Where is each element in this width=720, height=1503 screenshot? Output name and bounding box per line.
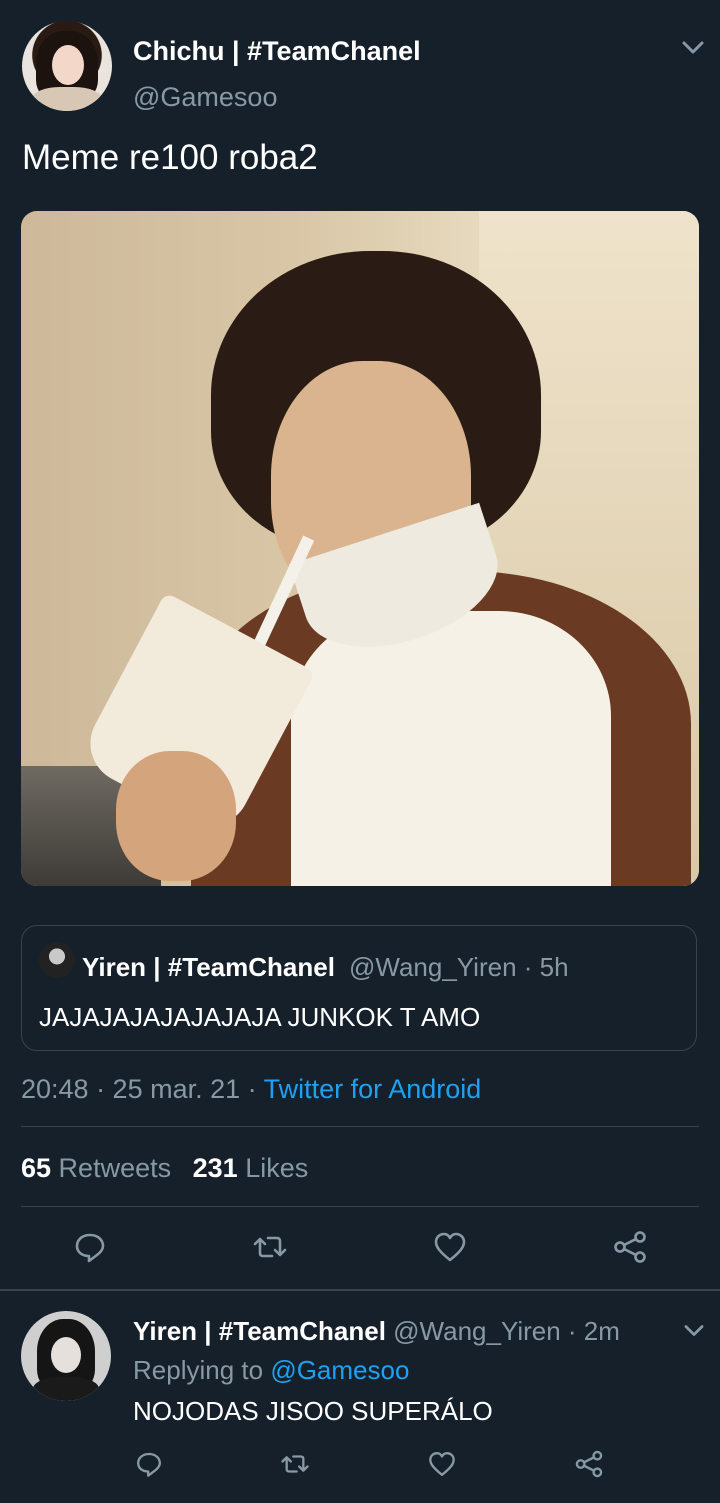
retweets-stat[interactable]: 65 Retweets xyxy=(21,1153,171,1183)
tweet-actions xyxy=(0,1224,720,1270)
tweet-timestamp: 20:48 · 25 mar. 21 · xyxy=(21,1074,264,1104)
likes-stat[interactable]: 231 Likes xyxy=(193,1153,309,1183)
tweet-text: Meme re100 roba2 xyxy=(22,138,318,177)
chevron-down-icon[interactable] xyxy=(682,1322,706,1340)
tweet-stats: 65 Retweets 231 Likes xyxy=(21,1153,308,1184)
share-icon[interactable] xyxy=(612,1229,648,1265)
retweet-icon[interactable] xyxy=(280,1449,310,1479)
chevron-down-icon[interactable] xyxy=(680,38,706,58)
section-separator xyxy=(0,1289,720,1291)
reply-icon[interactable] xyxy=(72,1229,108,1265)
tweet-photo[interactable] xyxy=(21,211,699,886)
reply-author-handle-time[interactable]: @Wang_Yiren · 2m xyxy=(393,1316,620,1346)
tweet-source-link[interactable]: Twitter for Android xyxy=(264,1074,482,1104)
reply-icon[interactable] xyxy=(134,1449,164,1479)
tweet-meta: 20:48 · 25 mar. 21 · Twitter for Android xyxy=(21,1074,481,1105)
reply-header[interactable]: Yiren | #TeamChanel @Wang_Yiren · 2m xyxy=(133,1316,620,1347)
heart-icon[interactable] xyxy=(427,1449,457,1479)
reply-author-avatar[interactable] xyxy=(21,1311,111,1401)
likes-label: Likes xyxy=(237,1153,309,1183)
divider xyxy=(21,1126,699,1127)
author-name[interactable]: Chichu | #TeamChanel xyxy=(133,36,421,67)
quoted-author-handle-time: @Wang_Yiren · 5h xyxy=(349,952,569,982)
quoted-tweet-text: JAJAJAJAJAJAJAJA JUNKOK T AMO xyxy=(39,1002,481,1032)
retweet-icon[interactable] xyxy=(252,1229,288,1265)
reply-author-name[interactable]: Yiren | #TeamChanel xyxy=(133,1316,386,1346)
replying-to-label: Replying to xyxy=(133,1355,271,1385)
quoted-author-name: Yiren | #TeamChanel xyxy=(82,952,335,982)
heart-icon[interactable] xyxy=(432,1229,468,1265)
quoted-author-avatar xyxy=(39,942,75,978)
replying-to-handle[interactable]: @Gamesoo xyxy=(270,1355,409,1385)
reply-actions xyxy=(0,1445,720,1485)
likes-count: 231 xyxy=(192,1153,238,1183)
retweets-label: Retweets xyxy=(51,1153,172,1183)
divider xyxy=(21,1206,699,1207)
author-avatar[interactable] xyxy=(22,21,112,111)
retweets-count: 65 xyxy=(21,1153,52,1183)
author-handle[interactable]: @Gamesoo xyxy=(133,82,277,113)
replying-to: Replying to @Gamesoo xyxy=(133,1355,409,1386)
quoted-tweet[interactable]: Yiren | #TeamChanel @Wang_Yiren · 5h JAJ… xyxy=(21,925,697,1051)
share-icon[interactable] xyxy=(574,1449,604,1479)
reply-text: NOJODAS JISOO SUPERÁLO xyxy=(133,1396,493,1426)
